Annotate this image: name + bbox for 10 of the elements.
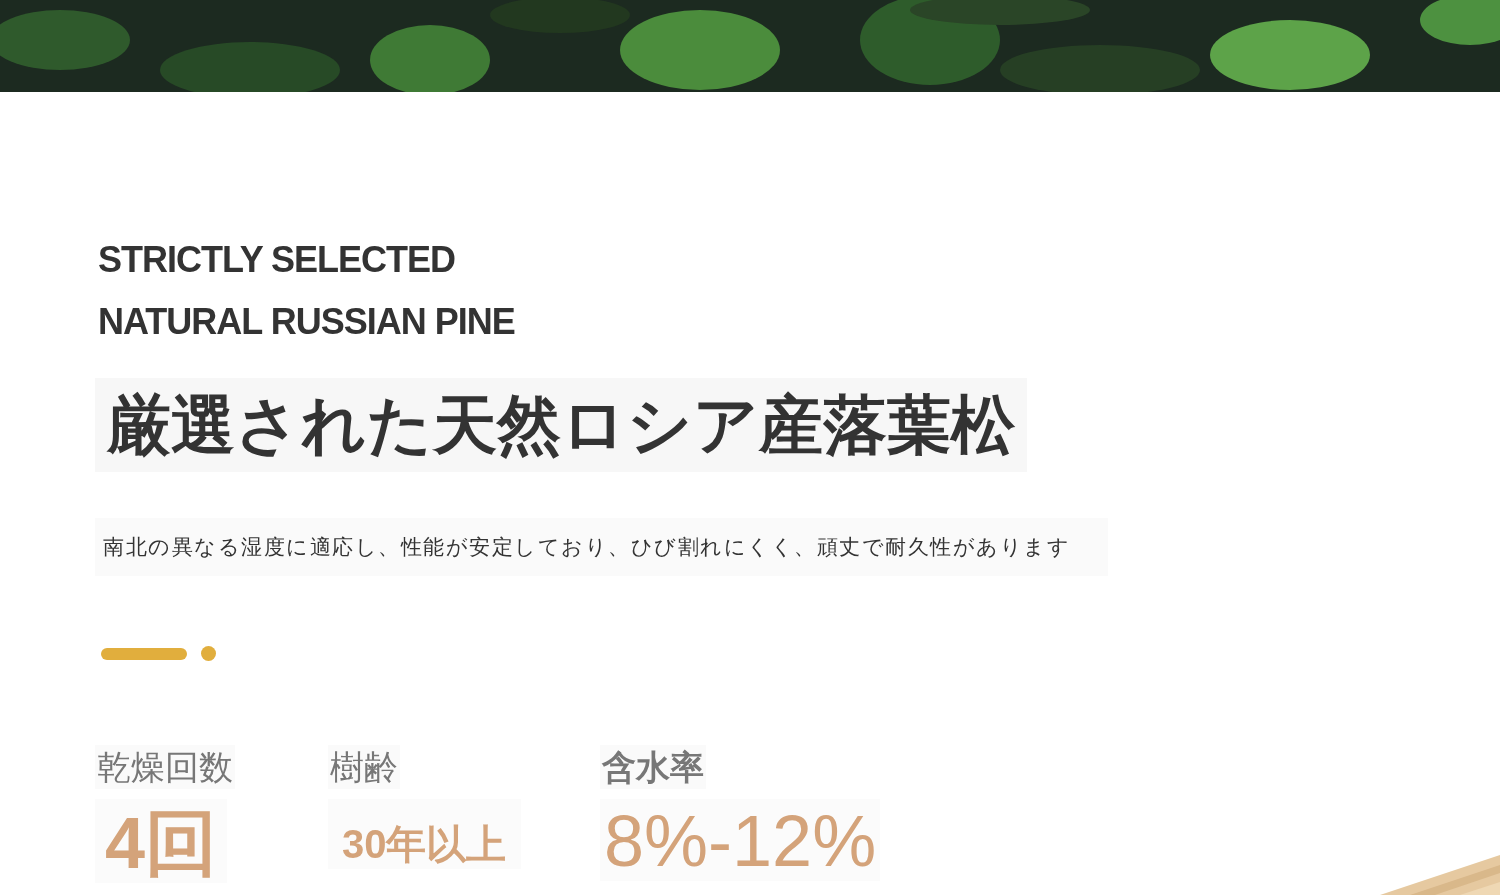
headline-text: NATURAL RUSSIAN PINE [98,302,516,342]
stat-value: 30年以上 [328,799,521,869]
stat-value: 4回 [95,799,228,883]
stat-label: 樹齢 [328,745,400,789]
headline-text: STRICTLY SELECTED [98,240,457,280]
stat-label: 含水率 [600,745,706,789]
description: 南北の異なる湿度に適応し、性能が安定しており、ひび割れにくく、頑丈で耐久性があります [95,518,1108,576]
stat-label: 乾燥回数 [95,745,235,789]
page-title: 厳選された天然ロシア産落葉松 [95,378,1027,472]
stat-value: 8%-12% [600,799,881,881]
